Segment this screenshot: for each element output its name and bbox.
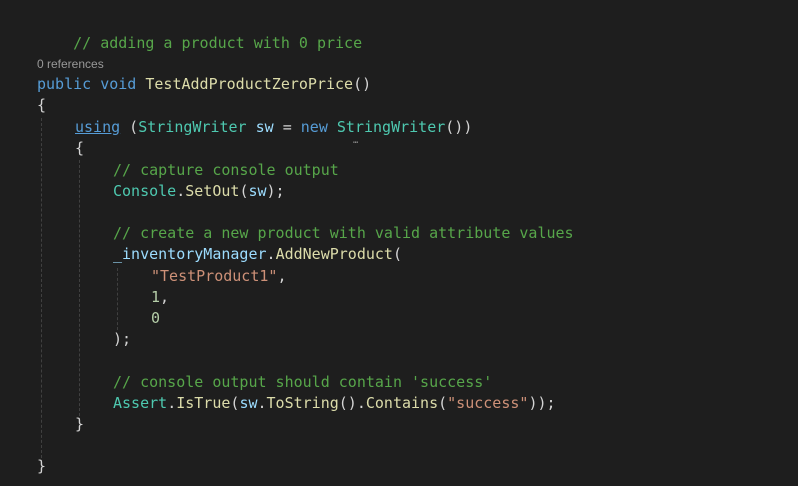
call-close: ); (113, 330, 132, 348)
comma: , (160, 288, 170, 306)
class-console: Console (113, 182, 177, 200)
indent-guide (79, 160, 80, 416)
comment-text: // console output should contain 'succes… (113, 373, 493, 391)
number-literal: 0 (151, 309, 161, 327)
comma: , (277, 267, 287, 285)
code-line-setout[interactable]: Console.SetOut(sw); (113, 181, 285, 202)
method-istrue: IsTrue (176, 394, 231, 412)
code-line-comment[interactable]: // create a new product with valid attri… (113, 223, 574, 244)
code-line-inner-open[interactable]: { (75, 138, 84, 159)
method-setout: SetOut (185, 182, 240, 200)
dot: . (257, 394, 267, 412)
codelens-references[interactable]: 0 references (37, 55, 104, 73)
variable-sw: sw (248, 182, 267, 200)
code-line-add-product[interactable]: _inventoryManager.AddNewProduct( (113, 244, 402, 265)
code-line-arg[interactable]: 1, (151, 287, 169, 308)
code-editor[interactable]: // adding a product with 0 price 0 refer… (0, 0, 798, 486)
dot: . (266, 245, 276, 263)
method-params: () (353, 75, 372, 93)
code-line-assert[interactable]: Assert.IsTrue(sw.ToString().Contains("su… (113, 393, 556, 414)
paren-open: ( (438, 394, 448, 412)
variable-sw: sw (246, 118, 274, 136)
comment-text: // capture console output (113, 161, 339, 179)
paren-open: ( (392, 245, 402, 263)
code-line-close-call[interactable]: ); (113, 329, 131, 350)
inner-close-brace: } (75, 415, 85, 433)
paren-close: ); (266, 182, 285, 200)
string-literal: "TestProduct1" (151, 267, 278, 285)
method-contains: Contains (365, 394, 439, 412)
number-literal: 1 (151, 288, 161, 306)
field-inventory-manager: _inventoryManager (113, 245, 267, 263)
dot: . (167, 394, 177, 412)
code-line-using[interactable]: using (StringWriter sw = new StringWrite… (75, 117, 472, 138)
open-brace: { (37, 96, 47, 114)
code-line-method-signature[interactable]: public void TestAddProductZeroPrice() (37, 74, 371, 95)
method-add-new-product: AddNewProduct (275, 245, 393, 263)
code-line-comment[interactable]: // adding a product with 0 price (37, 12, 362, 52)
code-line-arg[interactable]: "TestProduct1", (151, 266, 286, 287)
type-stringwriter: StringWriter (138, 118, 247, 136)
assign-operator: = (273, 118, 301, 136)
using-close: ()) (445, 118, 473, 136)
keyword-using: using (75, 118, 121, 136)
class-assert: Assert (113, 394, 168, 412)
keyword-new: new (300, 118, 328, 136)
suggestion-dots-icon[interactable]: ⋯ (353, 139, 359, 148)
paren-dot: (). (338, 394, 366, 412)
code-line-comment[interactable]: // console output should contain 'succes… (113, 372, 492, 393)
variable-sw: sw (239, 394, 258, 412)
code-line-open-brace[interactable]: { (37, 95, 46, 116)
method-tostring: ToString (266, 394, 339, 412)
paren-close: )); (528, 394, 556, 412)
indent-guide (41, 118, 42, 458)
indent-guide (117, 268, 118, 330)
string-literal: "success" (447, 394, 529, 412)
comment-text: // adding a product with 0 price (73, 34, 363, 52)
close-brace: } (37, 457, 47, 475)
keyword-void: void (100, 75, 137, 93)
code-line-arg[interactable]: 0 (151, 308, 160, 329)
constructor-stringwriter: StringWriter (336, 118, 446, 136)
code-line-comment[interactable]: // capture console output (113, 160, 339, 181)
dot: . (176, 182, 186, 200)
keyword-public: public (37, 75, 92, 93)
code-line-inner-close[interactable]: } (75, 414, 84, 435)
using-open-paren: ( (120, 118, 139, 136)
code-line-close-brace[interactable]: } (37, 456, 46, 477)
method-name: TestAddProductZeroPrice (145, 75, 354, 93)
comment-text: // create a new product with valid attri… (113, 224, 574, 242)
inner-open-brace: { (75, 139, 85, 157)
